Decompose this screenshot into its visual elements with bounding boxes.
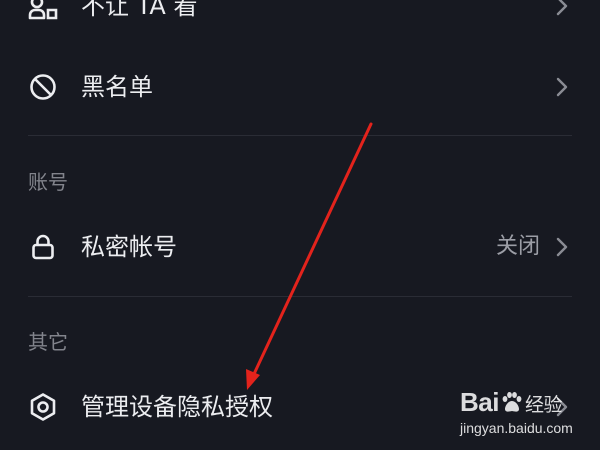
chevron-right-icon <box>556 237 568 257</box>
lock-icon <box>32 234 54 260</box>
row-device-privacy-label: 管理设备隐私授权 <box>81 393 273 421</box>
hexagon-settings-icon <box>30 393 56 421</box>
row-blacklist[interactable]: 黑名单 <box>0 57 600 117</box>
watermark-brand-part: Bai <box>460 387 499 417</box>
row-private-account[interactable]: 私密帐号 关闭 <box>0 217 600 277</box>
chevron-right-icon <box>556 77 568 97</box>
row-hide-from[interactable]: 不让 TA 看 <box>0 0 600 36</box>
watermark-title: 经验 <box>524 394 563 416</box>
baidu-watermark: Bai 经验 jingyan.baidu.com <box>455 385 595 445</box>
user-block-icon <box>28 0 58 20</box>
watermark-url: jingyan.baidu.com <box>460 420 573 436</box>
row-private-account-label: 私密帐号 <box>81 233 177 261</box>
section-title-other: 其它 <box>28 330 68 354</box>
row-blacklist-label: 黑名单 <box>81 73 153 101</box>
row-hide-from-label: 不让 TA 看 <box>81 0 198 20</box>
watermark-logo: Bai 经验 <box>460 385 562 422</box>
chevron-right-icon <box>556 0 568 16</box>
divider <box>28 296 572 297</box>
section-title-account: 账号 <box>28 170 68 194</box>
divider <box>28 135 572 136</box>
private-account-status: 关闭 <box>495 234 540 259</box>
prohibited-icon <box>30 74 56 100</box>
paw-icon <box>502 392 522 412</box>
